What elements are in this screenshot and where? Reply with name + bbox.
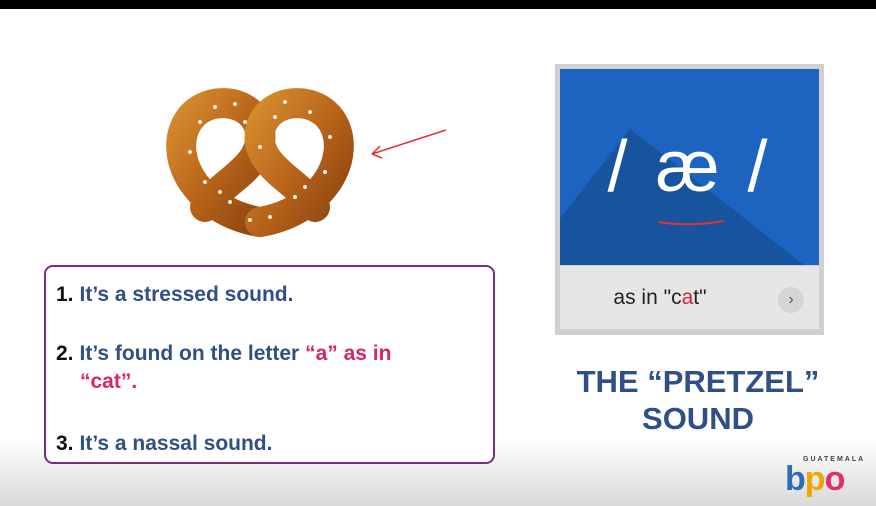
bpo-guatemala-logo: GUATEMALA bpo <box>785 456 865 498</box>
pretzel-image <box>166 88 354 237</box>
list-text: It’s found on the letter <box>79 342 306 365</box>
phoneme-symbol: / æ / <box>607 127 772 207</box>
title-line-2: SOUND <box>642 401 754 436</box>
logo-wordmark: bpo <box>785 460 845 498</box>
list-number: 3. <box>56 432 74 455</box>
chevron-right-icon[interactable]: › <box>778 287 804 313</box>
list-text: It’s a stressed sound. <box>79 283 294 306</box>
hand-drawn-arrow-icon <box>371 129 447 159</box>
top-black-bar <box>0 0 876 9</box>
red-underline-mark <box>657 220 725 226</box>
example-word: as in "cat" <box>613 286 707 309</box>
list-number: 2. <box>56 342 74 365</box>
list-item: 2. It’s found on the letter “a” as in <box>56 340 486 368</box>
list-item-continuation: “cat”. <box>80 368 137 396</box>
facts-list-box: 1. It’s a stressed sound. 2. It’s found on… <box>44 265 495 464</box>
list-item: 1. It’s a stressed sound. <box>56 281 293 309</box>
list-highlight: “a” as in <box>305 342 392 365</box>
list-highlight: “cat”. <box>80 370 138 393</box>
phoneme-card-footer: as in "cat" › <box>560 265 819 329</box>
slide-title: THE “PRETZEL” SOUND <box>548 363 848 437</box>
list-number: 1. <box>56 283 74 306</box>
title-line-1: THE “PRETZEL” <box>576 364 820 399</box>
list-item: 3. It’s a nassal sound. <box>56 430 272 458</box>
list-text: It’s a nassal sound. <box>79 432 273 455</box>
phoneme-card: / æ / as in "cat" › <box>555 64 824 335</box>
phoneme-card-header: / æ / <box>560 69 819 265</box>
